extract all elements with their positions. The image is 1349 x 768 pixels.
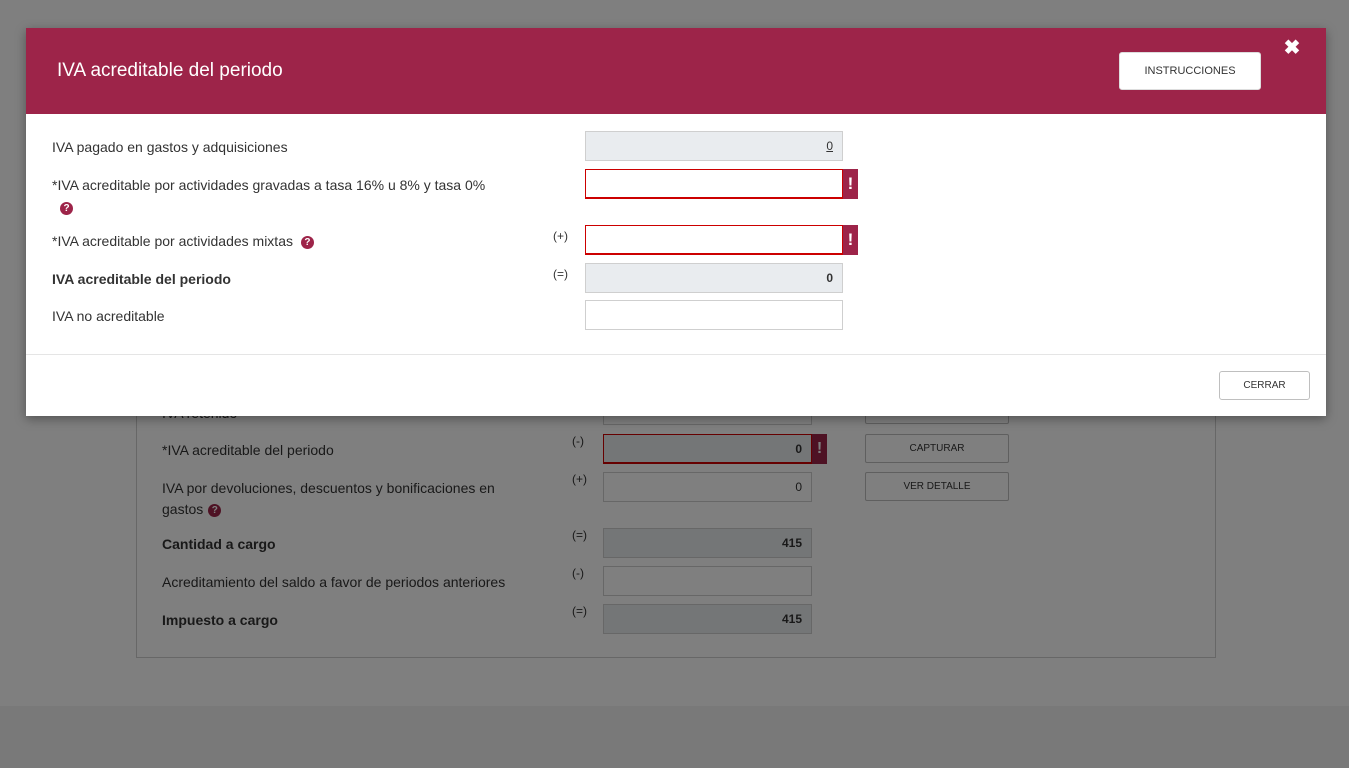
label-iva-no-acreditable: IVA no acreditable xyxy=(52,308,165,324)
error-icon: ! xyxy=(843,169,858,199)
label-iva-pagado: IVA pagado en gastos y adquisiciones xyxy=(52,139,288,155)
error-icon: ! xyxy=(843,225,858,255)
modal-header: IVA acreditable del periodo INSTRUCCIONE… xyxy=(26,28,1326,114)
help-icon[interactable]: ? xyxy=(300,235,314,249)
input-iva-acreditable-periodo: 0 xyxy=(585,263,843,293)
row-iva-gravadas: *IVA acreditable por actividades gravada… xyxy=(52,169,862,219)
label-iva-mixtas-text: *IVA acreditable por actividades mixtas xyxy=(52,233,293,249)
row-iva-mixtas: *IVA acreditable por actividades mixtas?… xyxy=(52,225,862,255)
label-iva-acreditable-periodo: IVA acreditable del periodo xyxy=(52,271,231,287)
label-iva-gravadas: *IVA acreditable por actividades gravada… xyxy=(52,175,522,217)
modal-title: IVA acreditable del periodo xyxy=(57,60,283,81)
row-iva-no-acreditable: IVA no acreditable xyxy=(52,300,862,330)
input-iva-mixtas[interactable] xyxy=(585,225,843,255)
row-iva-pagado: IVA pagado en gastos y adquisiciones 0 xyxy=(52,131,862,161)
sign-plus: (+) xyxy=(553,229,568,243)
input-iva-pagado: 0 xyxy=(585,131,843,161)
modal-footer-divider xyxy=(26,354,1326,355)
instrucciones-button[interactable]: INSTRUCCIONES xyxy=(1119,52,1261,90)
input-iva-gravadas[interactable] xyxy=(585,169,843,199)
cerrar-button[interactable]: CERRAR xyxy=(1219,371,1310,400)
label-iva-gravadas-text: *IVA acreditable por actividades gravada… xyxy=(52,177,486,193)
iva-acreditable-modal: IVA acreditable del periodo INSTRUCCIONE… xyxy=(26,28,1326,416)
help-icon[interactable]: ? xyxy=(60,202,73,216)
input-iva-no-acreditable[interactable] xyxy=(585,300,843,330)
sign-equals: (=) xyxy=(553,267,568,281)
row-iva-acreditable-periodo: IVA acreditable del periodo (=) 0 xyxy=(52,263,862,293)
input-iva-pagado-value: 0 xyxy=(826,139,833,153)
close-icon[interactable]: ✖ xyxy=(1283,37,1301,59)
label-iva-mixtas: *IVA acreditable por actividades mixtas? xyxy=(52,231,512,252)
